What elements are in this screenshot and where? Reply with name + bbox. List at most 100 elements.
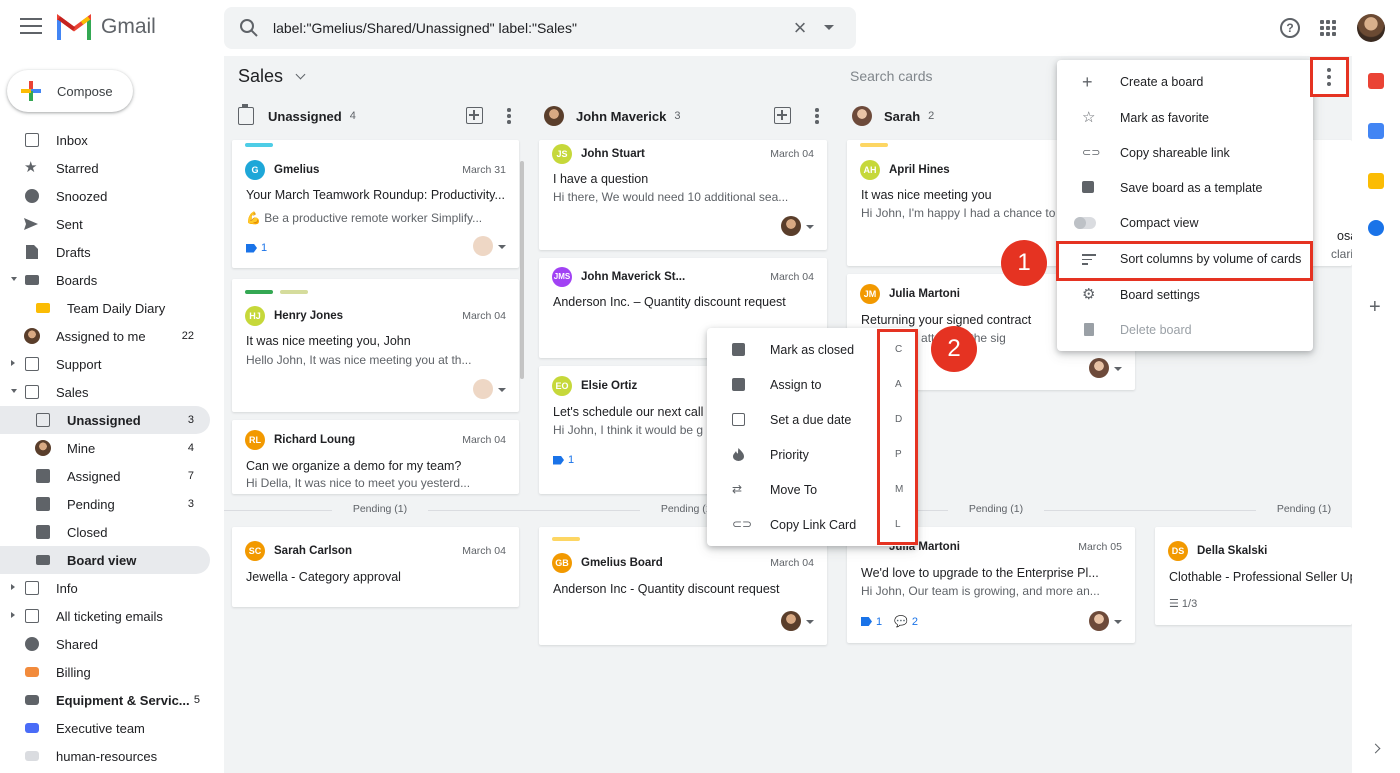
expand-icon[interactable] <box>11 360 15 366</box>
menu-item-compact-view[interactable]: Compact view <box>1057 205 1313 240</box>
column-more-icon[interactable] <box>507 108 511 124</box>
flame-icon <box>733 448 744 461</box>
search-icon[interactable] <box>239 18 259 38</box>
card[interactable]: DS Della Skalski Clothable - Professiona… <box>1155 527 1352 625</box>
main-menu-icon[interactable] <box>20 18 42 38</box>
sidebar-item-equipment-services[interactable]: Equipment & Servic... 5 <box>0 686 210 714</box>
card[interactable]: JS John Stuart March 04 I have a questio… <box>539 140 827 250</box>
card-subject: It was nice meeting you, John <box>246 334 411 348</box>
compose-button[interactable]: Compose <box>7 70 133 112</box>
apps-grid-icon[interactable] <box>1320 20 1336 36</box>
gmelius-addon-icon[interactable] <box>1368 73 1384 89</box>
sidebar-item-sales[interactable]: Sales <box>0 378 210 406</box>
add-addon-icon[interactable]: + <box>1369 296 1381 319</box>
assignee-avatar[interactable] <box>781 611 801 631</box>
assignee-dropdown-icon[interactable] <box>1114 620 1122 624</box>
unread-count: 3 <box>187 414 194 426</box>
sidebar-item-mine[interactable]: Mine 4 <box>0 434 210 462</box>
sidebar-item-support[interactable]: Support <box>0 350 210 378</box>
assignee-dropdown-icon[interactable] <box>806 225 814 229</box>
menu-item-delete-board[interactable]: Delete board <box>1057 312 1313 347</box>
account-avatar[interactable] <box>1357 14 1385 42</box>
assignee-avatar[interactable] <box>781 216 801 236</box>
tasks-addon-icon[interactable] <box>1368 220 1384 236</box>
card-date: March 04 <box>770 148 814 160</box>
keep-addon-icon[interactable] <box>1368 173 1384 189</box>
sidebar-item-pending[interactable]: Pending 3 <box>0 490 210 518</box>
sidebar-item-team-daily-diary[interactable]: Team Daily Diary <box>0 294 210 322</box>
chevron-down-icon[interactable] <box>295 69 306 80</box>
sidebar-item-all-ticketing-emails[interactable]: All ticketing emails <box>0 602 210 630</box>
assignee-avatar[interactable] <box>473 379 493 399</box>
sidebar-item-billing[interactable]: Billing <box>0 658 210 686</box>
sidebar-item-label: Info <box>56 580 78 596</box>
column-header-john-maverick[interactable]: John Maverick 3 <box>544 104 680 128</box>
label-icon <box>25 695 39 705</box>
add-card-icon[interactable] <box>466 107 483 124</box>
card[interactable]: SC Sarah Carlson March 04 Jewella - Cate… <box>232 527 519 607</box>
assignee-avatar[interactable] <box>473 236 493 256</box>
column-header-sarah[interactable]: Sarah 2 <box>852 104 934 128</box>
chevron-right-icon[interactable] <box>1370 743 1381 754</box>
sidebar-item-sent[interactable]: Sent <box>0 210 210 238</box>
card-sender: Henry Jones <box>274 310 344 322</box>
expand-icon[interactable] <box>11 612 15 618</box>
avatar <box>24 328 40 344</box>
menu-item-save-template[interactable]: Save board as a template <box>1057 170 1313 205</box>
sidebar-item-unassigned[interactable]: Unassigned 3 <box>0 406 210 434</box>
column-more-icon[interactable] <box>815 108 819 124</box>
menu-item-mark-as-favorite[interactable]: ☆ Mark as favorite <box>1057 100 1313 135</box>
card-sender: Richard Loung <box>274 434 356 446</box>
toggle-switch[interactable] <box>1074 217 1096 229</box>
expand-icon[interactable] <box>11 584 15 590</box>
menu-item-board-settings[interactable]: ⚙ Board settings <box>1057 277 1313 312</box>
sidebar-item-inbox[interactable]: Inbox <box>0 126 210 154</box>
gmail-logo[interactable]: Gmail <box>57 14 156 40</box>
sidebar-item-closed[interactable]: Closed <box>0 518 210 546</box>
link-icon: ⊂⊃ <box>1082 147 1101 159</box>
sidebar-item-board-view[interactable]: Board view <box>0 546 210 574</box>
calendar-icon <box>732 413 745 426</box>
expand-icon[interactable] <box>11 277 17 281</box>
sidebar-item-label: Boards <box>56 272 98 288</box>
sidebar-item-label: Executive team <box>56 720 145 736</box>
label-group-icon <box>25 385 39 399</box>
calendar-addon-icon[interactable] <box>1368 123 1384 139</box>
card-subject: I have a question <box>553 172 649 186</box>
search-input[interactable] <box>273 20 773 36</box>
card-sender: John Maverick St... <box>581 271 686 283</box>
card[interactable]: RL Richard Loung March 04 Can we organiz… <box>232 420 519 494</box>
sidebar-item-assigned[interactable]: Assigned 7 <box>0 462 210 490</box>
assignee-dropdown-icon[interactable] <box>806 620 814 624</box>
assignee-dropdown-icon[interactable] <box>1114 367 1122 371</box>
sidebar-item-executive-team[interactable]: Executive team <box>0 714 210 742</box>
add-card-icon[interactable] <box>774 107 791 124</box>
sidebar-item-human-resources[interactable]: human-resources <box>0 742 210 770</box>
board-title[interactable]: Sales <box>238 66 306 87</box>
comment-count: 2 <box>911 615 918 628</box>
assignee-dropdown-icon[interactable] <box>498 388 506 392</box>
sidebar-item-assigned-to-me[interactable]: Assigned to me 22 <box>0 322 210 350</box>
column-scrollbar[interactable] <box>520 161 524 379</box>
sidebar-item-info[interactable]: Info <box>0 574 210 602</box>
menu-item-copy-shareable-link[interactable]: ⊂⊃ Copy shareable link <box>1057 135 1313 170</box>
assignee-avatar[interactable] <box>1089 611 1109 631</box>
sidebar-item-shared[interactable]: Shared <box>0 630 210 658</box>
sidebar-item-boards[interactable]: Boards <box>0 266 210 294</box>
sidebar-item-snoozed[interactable]: Snoozed <box>0 182 210 210</box>
card[interactable]: HJ Henry Jones March 04 It was nice meet… <box>232 279 519 412</box>
assignee-avatar[interactable] <box>1089 358 1109 378</box>
card[interactable]: G Gmelius March 31 Your March Teamwork R… <box>232 140 519 268</box>
help-icon[interactable]: ? <box>1280 18 1300 38</box>
assignee-dropdown-icon[interactable] <box>498 245 506 249</box>
card-tag-count: 1 <box>246 242 267 254</box>
menu-item-create-board[interactable]: + Create a board <box>1057 64 1313 99</box>
clear-search-icon[interactable]: × <box>790 17 810 39</box>
search-options-icon[interactable] <box>824 25 834 30</box>
search-cards-input[interactable]: Search cards <box>850 68 932 84</box>
board-more-options-button[interactable] <box>1310 57 1349 97</box>
sidebar-item-starred[interactable]: ★ Starred <box>0 154 210 182</box>
sidebar-item-drafts[interactable]: Drafts <box>0 238 210 266</box>
column-header-unassigned[interactable]: Unassigned 4 <box>238 104 356 128</box>
expand-icon[interactable] <box>11 389 17 393</box>
